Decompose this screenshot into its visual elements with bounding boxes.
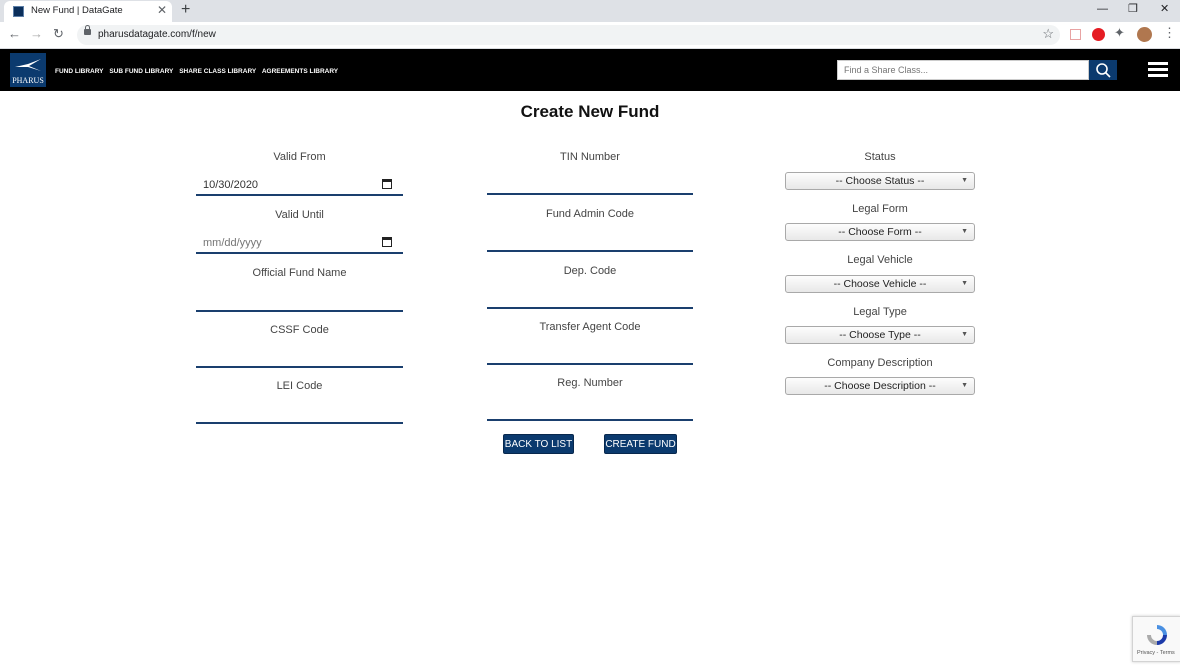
browser-toolbar: ← → ↻ pharusdatagate.com/f/new ☆ ✦ ⋮ xyxy=(0,22,1180,49)
lei-code-label: LEI Code xyxy=(276,380,323,392)
reload-icon[interactable]: ↻ xyxy=(53,26,64,42)
nav-share-class-library[interactable]: SHARE CLASS LIBRARY xyxy=(179,68,256,75)
search-icon xyxy=(1096,63,1111,78)
create-fund-button[interactable]: CREATE FUND xyxy=(604,434,677,454)
pharus-logo[interactable]: PHARUS xyxy=(10,53,46,87)
browser-menu-icon[interactable]: ⋮ xyxy=(1163,25,1176,41)
recaptcha-badge[interactable]: Privacy - Terms xyxy=(1132,616,1180,662)
back-to-list-button[interactable]: BACK TO LIST xyxy=(503,434,574,454)
restore-icon[interactable]: ❐ xyxy=(1128,3,1138,15)
nav-fund-library[interactable]: FUND LIBRARY xyxy=(55,68,104,75)
fund-admin-code-field[interactable] xyxy=(487,232,693,252)
official-fund-name-label: Official Fund Name xyxy=(252,267,347,279)
browser-tab-bar: New Fund | DataGate ✕ + — ❐ ✕ xyxy=(0,0,1180,22)
page-title: Create New Fund xyxy=(520,102,660,121)
opera-icon[interactable] xyxy=(1092,28,1105,41)
valid-from-label: Valid From xyxy=(273,151,326,163)
legal-vehicle-label: Legal Vehicle xyxy=(847,254,913,266)
recaptcha-privacy-terms[interactable]: Privacy - Terms xyxy=(1137,650,1175,656)
recaptcha-icon xyxy=(1147,625,1167,645)
logo-bird-icon xyxy=(15,59,41,71)
company-description-label: Company Description xyxy=(827,357,933,369)
fund-admin-code-label: Fund Admin Code xyxy=(545,208,635,220)
site-header: PHARUS FUND LIBRARY SUB FUND LIBRARY SHA… xyxy=(0,49,1180,91)
legal-form-select[interactable]: -- Choose Form -- ▼ xyxy=(785,223,975,241)
dropdown-arrow-icon: ▼ xyxy=(961,280,968,287)
close-tab-icon[interactable]: ✕ xyxy=(157,4,167,16)
nav-sub-fund-library[interactable]: SUB FUND LIBRARY xyxy=(109,68,173,75)
new-tab-icon[interactable]: + xyxy=(181,2,190,18)
url-text: pharusdatagate.com/f/new xyxy=(98,29,216,40)
status-select-value: -- Choose Status -- xyxy=(835,175,925,187)
forward-arrow-icon[interactable]: → xyxy=(30,26,43,42)
share-class-search-input[interactable] xyxy=(837,60,1089,80)
browser-tab[interactable]: New Fund | DataGate ✕ xyxy=(4,1,172,22)
legal-form-label: Legal Form xyxy=(852,203,908,215)
dep-code-field[interactable] xyxy=(487,289,693,309)
legal-type-select[interactable]: -- Choose Type -- ▼ xyxy=(785,326,975,344)
minimize-icon[interactable]: — xyxy=(1097,3,1108,15)
transfer-agent-code-field[interactable] xyxy=(487,345,693,365)
bookmark-star-icon[interactable]: ☆ xyxy=(1042,26,1054,42)
favicon-icon xyxy=(13,6,24,17)
logo-text: PHARUS xyxy=(12,76,44,85)
tin-number-field[interactable] xyxy=(487,175,693,195)
cssf-code-field[interactable] xyxy=(196,348,403,368)
hamburger-menu-icon[interactable] xyxy=(1148,62,1168,78)
dropdown-arrow-icon: ▼ xyxy=(961,177,968,184)
legal-vehicle-select[interactable]: -- Choose Vehicle -- ▼ xyxy=(785,275,975,293)
valid-until-field[interactable] xyxy=(196,234,403,254)
dropdown-arrow-icon: ▼ xyxy=(961,382,968,389)
status-select[interactable]: -- Choose Status -- ▼ xyxy=(785,172,975,190)
reg-number-label: Reg. Number xyxy=(557,377,623,389)
valid-from-field[interactable] xyxy=(196,176,403,196)
dep-code-label: Dep. Code xyxy=(563,265,617,277)
cssf-code-label: CSSF Code xyxy=(270,324,329,336)
company-description-select-value: -- Choose Description -- xyxy=(824,380,936,392)
back-arrow-icon[interactable]: ← xyxy=(8,26,21,42)
tin-number-label: TIN Number xyxy=(560,151,620,163)
tab-title: New Fund | DataGate xyxy=(31,5,123,16)
dropdown-arrow-icon: ▼ xyxy=(961,228,968,235)
official-fund-name-field[interactable] xyxy=(196,292,403,312)
status-label: Status xyxy=(864,151,896,163)
puzzle-extensions-icon[interactable]: ✦ xyxy=(1114,25,1125,41)
close-window-icon[interactable]: ✕ xyxy=(1160,3,1169,15)
nav-agreements-library[interactable]: AGREEMENTS LIBRARY xyxy=(262,68,338,75)
company-description-select[interactable]: -- Choose Description -- ▼ xyxy=(785,377,975,395)
dropdown-arrow-icon: ▼ xyxy=(961,331,968,338)
legal-vehicle-select-value: -- Choose Vehicle -- xyxy=(833,278,927,290)
legal-type-label: Legal Type xyxy=(853,306,907,318)
calendar-icon[interactable] xyxy=(382,179,392,189)
reg-number-field[interactable] xyxy=(487,401,693,421)
calendar-icon[interactable] xyxy=(382,237,392,247)
legal-form-select-value: -- Choose Form -- xyxy=(838,226,922,238)
lock-icon xyxy=(84,25,91,35)
search-button[interactable] xyxy=(1089,60,1117,80)
lei-code-field[interactable] xyxy=(196,404,403,424)
main-nav: FUND LIBRARY SUB FUND LIBRARY SHARE CLAS… xyxy=(55,68,342,75)
profile-avatar-icon[interactable] xyxy=(1137,27,1152,42)
extension-icon[interactable] xyxy=(1070,29,1081,40)
legal-type-select-value: -- Choose Type -- xyxy=(839,329,921,341)
address-bar[interactable]: pharusdatagate.com/f/new ☆ xyxy=(77,25,1060,45)
valid-until-label: Valid Until xyxy=(275,209,324,221)
transfer-agent-code-label: Transfer Agent Code xyxy=(539,321,641,333)
